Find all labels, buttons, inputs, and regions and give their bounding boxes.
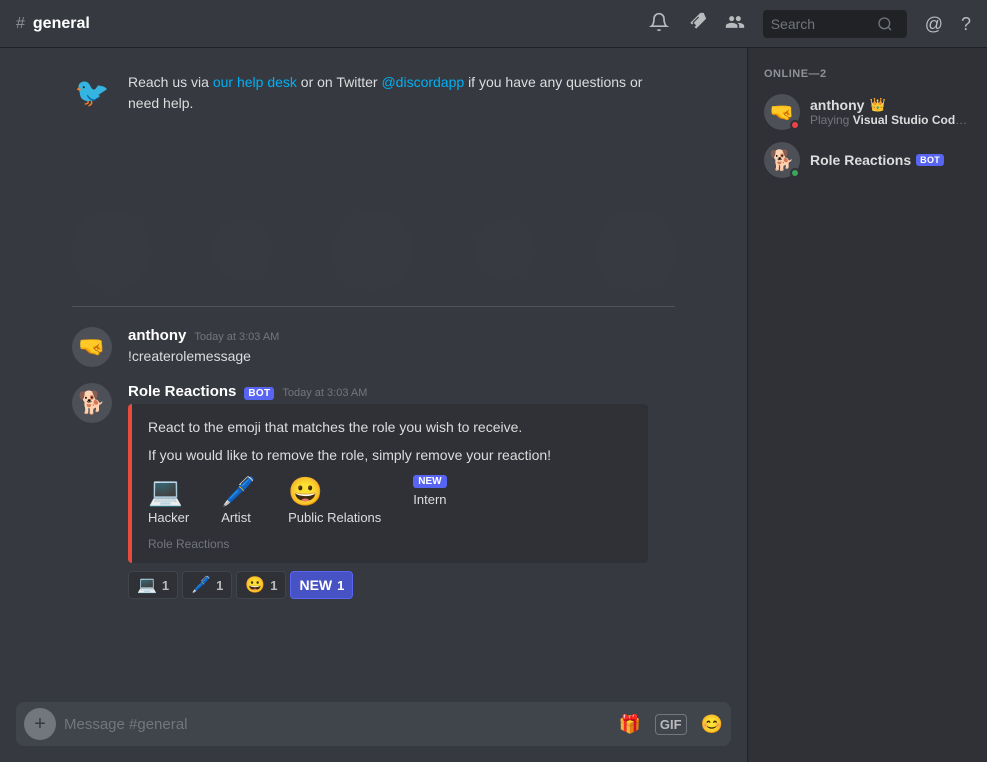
- role-hacker: 💻 Hacker: [148, 475, 189, 526]
- reach-us-label: Reach us: [128, 74, 187, 90]
- message-group-anthony: 🤜 anthony Today at 3:03 AM !createroleme…: [0, 323, 747, 371]
- gift-icon[interactable]: 🎁: [618, 714, 640, 735]
- chat-area: 🐦 Reach us via our help desk or on Twitt…: [0, 48, 747, 762]
- help-desk-link[interactable]: our help desk: [213, 74, 297, 90]
- embed-line1: React to the emoji that matches the role…: [148, 416, 632, 467]
- embed-footer: Role Reactions: [148, 537, 632, 551]
- messages-divider: [72, 306, 675, 307]
- input-icons: 🎁 GIF 😊: [618, 714, 723, 735]
- search-bar[interactable]: [763, 10, 907, 38]
- message-content-bot: Role Reactions BOT Today at 3:03 AM Reac…: [128, 383, 675, 599]
- author-bot: Role Reactions: [128, 383, 236, 400]
- crown-icon: 👑: [869, 97, 885, 113]
- topbar: # general @ ?: [0, 0, 987, 48]
- embed-roles: 💻 Hacker 🖊️ Artist 😀 Public Relations: [148, 475, 632, 534]
- message-header-anthony: anthony Today at 3:03 AM: [128, 327, 675, 344]
- status-dot-online: [790, 168, 800, 178]
- role-reactions-embed: React to the emoji that matches the role…: [128, 404, 648, 563]
- avatar-anthony: 🤜: [72, 327, 112, 367]
- status-dot-dnd: [790, 120, 800, 130]
- reaction-laptop[interactable]: 💻 1: [128, 571, 178, 599]
- topbar-icons: @ ?: [649, 10, 971, 38]
- reaction-pen[interactable]: 🖊️ 1: [182, 571, 232, 599]
- reaction-smile[interactable]: 😀 1: [236, 571, 286, 599]
- reaction-new[interactable]: NEW 1: [290, 571, 353, 599]
- message-header-bot: Role Reactions BOT Today at 3:03 AM: [128, 383, 675, 400]
- channel-title: # general: [16, 15, 90, 33]
- gif-icon[interactable]: GIF: [655, 714, 687, 735]
- member-status-anthony: Playing Visual Studio Code 📄: [810, 113, 971, 127]
- add-attachment-button[interactable]: +: [24, 708, 56, 740]
- emoji-icon[interactable]: 😊: [701, 714, 723, 735]
- members-icon[interactable]: [725, 12, 745, 35]
- pin-icon[interactable]: [687, 12, 707, 35]
- at-icon[interactable]: @: [925, 15, 943, 33]
- message-input-area: + 🎁 GIF 😊: [0, 702, 747, 762]
- channel-hash: #: [16, 15, 25, 33]
- sidebar-member-bot[interactable]: 🐕 Role Reactions BOT: [756, 136, 979, 184]
- author-anthony: anthony: [128, 327, 186, 344]
- role-artist: 🖊️ Artist: [221, 475, 256, 526]
- twitter-bird-icon: 🐦: [72, 72, 112, 112]
- messages-container[interactable]: 🐦 Reach us via our help desk or on Twitt…: [0, 48, 747, 702]
- member-name-bot: Role Reactions BOT: [810, 152, 971, 168]
- system-message-text: Reach us via our help desk or on Twitter…: [128, 72, 675, 114]
- member-name-anthony: anthony 👑: [810, 97, 971, 113]
- search-input[interactable]: [771, 16, 871, 32]
- discord-handle-link[interactable]: @discordapp: [381, 74, 464, 90]
- bot-badge: BOT: [244, 387, 274, 400]
- sidebar-bot-badge: BOT: [916, 154, 944, 166]
- sidebar-avatar-anthony: 🤜: [764, 94, 800, 130]
- message-text-anthony: !createrolemessage: [128, 346, 675, 367]
- message-group-bot: 🐕 Role Reactions BOT Today at 3:03 AM Re…: [0, 379, 747, 603]
- message-input[interactable]: [64, 716, 610, 733]
- sidebar-avatar-bot: 🐕: [764, 142, 800, 178]
- online-section-header: ONLINE—2: [756, 64, 979, 88]
- timestamp-anthony: Today at 3:03 AM: [194, 331, 279, 343]
- ghost-users-bg: [0, 130, 747, 290]
- sidebar-member-anthony[interactable]: 🤜 anthony 👑 Playing Visual Studio Code 📄: [756, 88, 979, 136]
- member-info-anthony: anthony 👑 Playing Visual Studio Code 📄: [810, 97, 971, 127]
- help-icon[interactable]: ?: [961, 15, 971, 33]
- timestamp-bot: Today at 3:03 AM: [282, 387, 367, 399]
- search-icon: [877, 16, 893, 32]
- message-input-box: + 🎁 GIF 😊: [16, 702, 731, 746]
- message-content-anthony: anthony Today at 3:03 AM !createrolemess…: [128, 327, 675, 367]
- system-message: 🐦 Reach us via our help desk or on Twitt…: [0, 64, 747, 122]
- role-pr: 😀 Public Relations: [288, 475, 381, 526]
- member-info-bot: Role Reactions BOT: [810, 152, 971, 168]
- main-layout: 🐦 Reach us via our help desk or on Twitt…: [0, 48, 987, 762]
- reactions-bar: 💻 1 🖊️ 1 😀 1 NEW 1: [128, 571, 675, 599]
- role-intern: NEW Intern: [413, 475, 446, 526]
- avatar-bot: 🐕: [72, 383, 112, 423]
- channel-name: general: [33, 15, 90, 33]
- bell-icon[interactable]: [649, 12, 669, 35]
- right-sidebar: ONLINE—2 🤜 anthony 👑 Playing Visual Stud…: [747, 48, 987, 762]
